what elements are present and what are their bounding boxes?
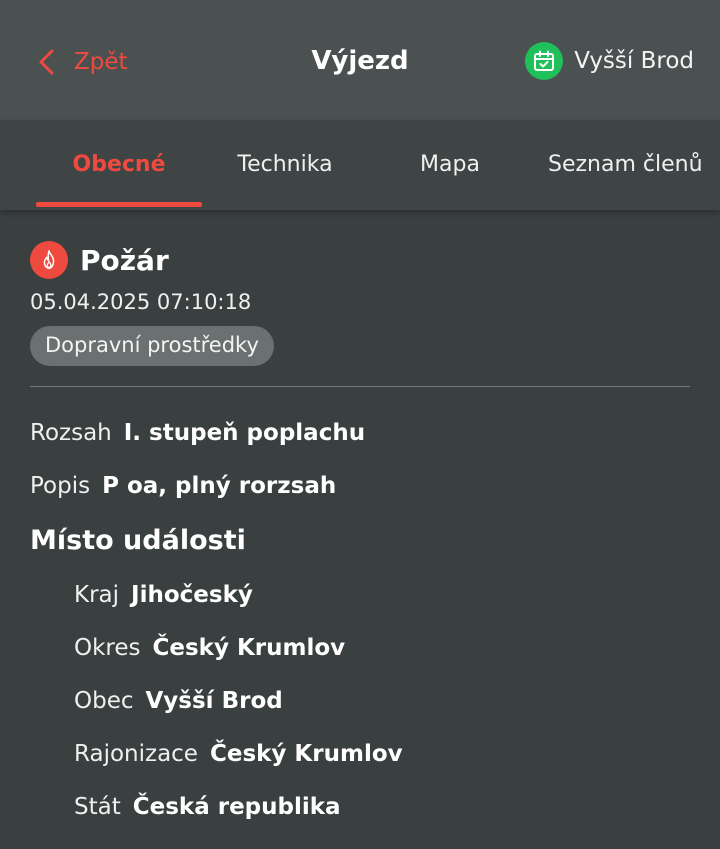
tab-obecne[interactable]: Obecné (36, 120, 202, 208)
calendar-check-icon (525, 42, 564, 80)
detail-value: Česká republika (132, 793, 341, 820)
detail-key: Okres (74, 634, 141, 661)
detail-value: I. stupeň poplachu (123, 419, 366, 446)
detail-popis: Popis P oa, plný rorzsah (30, 459, 690, 512)
detail-value: Vyšší Brod (145, 687, 283, 714)
tab-seznam-clenu[interactable]: Seznam členů (540, 120, 720, 208)
location-kraj: Kraj Jihočeský (74, 568, 690, 621)
tab-technika[interactable]: Technika (208, 120, 362, 208)
detail-key: Stát (74, 793, 121, 820)
vehicles-badge[interactable]: Dopravní prostředky (30, 326, 274, 366)
detail-key: Obec (74, 687, 134, 714)
detail-key: Rajonizace (74, 740, 198, 767)
divider (30, 386, 690, 387)
station-selector[interactable]: Vyšší Brod (525, 41, 694, 81)
detail-key: Popis (30, 472, 91, 499)
detail-value: Český Krumlov (209, 740, 403, 767)
detail-value: Jihočeský (131, 581, 253, 608)
detail-key: Kraj (74, 581, 120, 608)
location-okres: Okres Český Krumlov (74, 621, 690, 674)
tab-bar: Obecné Technika Mapa Seznam členů (0, 120, 720, 210)
app-header: Zpět Výjezd Vyšší Brod (0, 0, 720, 120)
event-detail: Požár 05.04.2025 07:10:18 Dopravní prost… (30, 238, 690, 833)
event-type: Požár (80, 243, 169, 277)
detail-value: Český Krumlov (152, 634, 346, 661)
detail-rozsah: Rozsah I. stupeň poplachu (30, 406, 690, 459)
station-label: Vyšší Brod (574, 48, 694, 74)
location-rajonizace: Rajonizace Český Krumlov (74, 727, 690, 780)
event-datetime: 05.04.2025 07:10:18 (30, 290, 252, 314)
location-obec: Obec Vyšší Brod (74, 674, 690, 727)
detail-key: Rozsah (30, 419, 112, 446)
active-tab-indicator (36, 202, 202, 207)
location-stat: Stát Česká republika (74, 780, 690, 833)
fire-icon (30, 241, 68, 279)
detail-value: P oa, plný rorzsah (102, 472, 337, 499)
location-title: Místo události (30, 524, 246, 556)
location-fields: Kraj Jihočeský Okres Český Krumlov Obec … (30, 568, 690, 833)
tab-mapa[interactable]: Mapa (380, 120, 520, 208)
event-header: Požár (30, 238, 690, 282)
